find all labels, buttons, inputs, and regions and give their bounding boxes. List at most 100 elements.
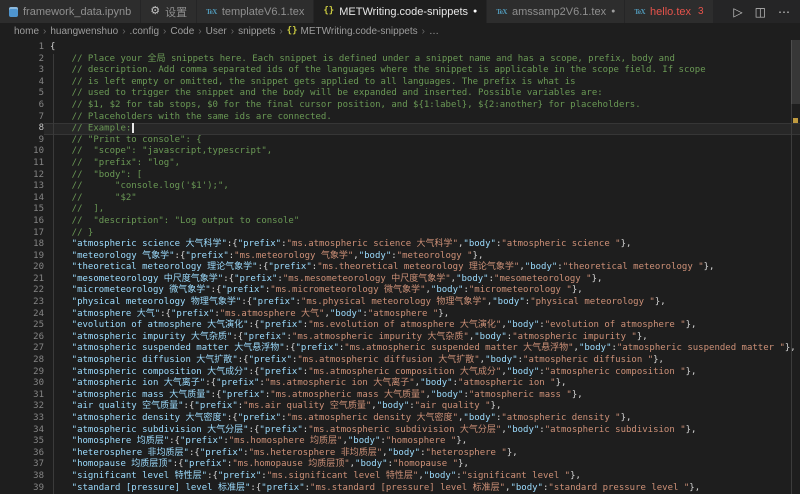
code-line[interactable]: 20 "theoretical meteorology 理论气象学":{"pre…	[0, 262, 800, 274]
code-line[interactable]: 34 "atmospheric subdivision 大气分层":{"pref…	[0, 425, 800, 437]
dirty-indicator-icon[interactable]: ●	[611, 8, 615, 15]
code-line[interactable]: 9 // "Print to console": {	[0, 135, 800, 147]
dirty-indicator-icon[interactable]: ●	[473, 8, 477, 15]
tex-icon: TeX	[496, 8, 507, 16]
code-line[interactable]: 33 "atmospheric density 大气密度":{"prefix":…	[0, 413, 800, 425]
tex-icon: TeX	[634, 8, 645, 16]
line-content: // "body": [	[44, 170, 800, 182]
code-lines: 1{2 // Place your 全局 snippets here. Each…	[0, 42, 800, 494]
line-content: "atmosphere 大气":{"prefix":"ms.atmosphere…	[44, 309, 800, 321]
breadcrumb-item[interactable]: home	[14, 26, 39, 37]
code-line[interactable]: 7 // Placeholders with the same ids are …	[0, 112, 800, 124]
line-number: 3	[0, 65, 44, 77]
code-line[interactable]: 21 "mesometeorology 中尺度气象学":{"prefix":"m…	[0, 274, 800, 286]
code-line[interactable]: 16 // "description": "Log output to cons…	[0, 216, 800, 228]
breadcrumb-separator: ›	[163, 26, 166, 37]
code-line[interactable]: 28 "atmospheric diffusion 大气扩散":{"prefix…	[0, 355, 800, 367]
scrollbar-thumb[interactable]	[791, 40, 800, 104]
tab-label: templateV6.1.tex	[222, 6, 305, 18]
line-number: 17	[0, 228, 44, 240]
tab-label: METWriting.code-snippets	[339, 6, 468, 18]
breadcrumb-symbol-picker[interactable]: …	[429, 26, 439, 37]
code-line[interactable]: 15 // ],	[0, 204, 800, 216]
code-line[interactable]: 24 "atmosphere 大气":{"prefix":"ms.atmosph…	[0, 309, 800, 321]
code-line[interactable]: 26 "atmospheric impurity 大气杂质":{"prefix"…	[0, 332, 800, 344]
line-content: "atmospheric composition 大气成分":{"prefix"…	[44, 367, 800, 379]
code-line[interactable]: 35 "homosphere 均质层":{"prefix":"ms.homosp…	[0, 436, 800, 448]
code-line[interactable]: 23 "physical meteorology 物理气象学":{"prefix…	[0, 297, 800, 309]
code-line[interactable]: 5 // used to trigger the snippet and the…	[0, 88, 800, 100]
tab-framework_data.ipynb[interactable]: framework_data.ipynb	[0, 0, 141, 23]
code-line[interactable]: 11 // "prefix": "log",	[0, 158, 800, 170]
code-line[interactable]: 10 // "scope": "javascript,typescript",	[0, 146, 800, 158]
notebook-icon	[9, 7, 18, 17]
breadcrumb-item[interactable]: Code	[170, 26, 194, 37]
breadcrumb-item[interactable]: snippets	[238, 26, 275, 37]
line-content: "theoretical meteorology 理论气象学":{"prefix…	[44, 262, 800, 274]
line-content: {	[44, 42, 800, 54]
tab-label: amssamp2V6.1.tex	[512, 6, 606, 18]
code-line[interactable]: 37 "homopause 均质层顶":{"prefix":"ms.homopa…	[0, 459, 800, 471]
overview-ruler-cursor-mark	[793, 118, 798, 123]
code-editor[interactable]: 1{2 // Place your 全局 snippets here. Each…	[0, 40, 800, 494]
line-content: "heterosphere 非均质层":{"prefix":"ms.hetero…	[44, 448, 800, 460]
line-number: 4	[0, 77, 44, 89]
code-line[interactable]: 17 // }	[0, 228, 800, 240]
run-button[interactable]: ▷	[733, 6, 742, 18]
code-line[interactable]: 18 "atmospheric science 大气科学":{"prefix":…	[0, 239, 800, 251]
line-number: 9	[0, 135, 44, 147]
line-content: "atmospheric diffusion 大气扩散":{"prefix":"…	[44, 355, 800, 367]
tab-label: hello.tex	[650, 6, 691, 18]
tab-设置[interactable]: ⚙设置	[141, 0, 197, 23]
tab-bar: framework_data.ipynb⚙设置TeXtemplateV6.1.t…	[0, 0, 800, 23]
code-line[interactable]: 6 // $1, $2 for tab stops, $0 for the fi…	[0, 100, 800, 112]
line-content: "significant level 特性层":{"prefix":"ms.si…	[44, 471, 800, 483]
line-content: "atmospheric science 大气科学":{"prefix":"ms…	[44, 239, 800, 251]
code-line[interactable]: 14 // "$2"	[0, 193, 800, 205]
code-line[interactable]: 4 // is left empty or omitted, the snipp…	[0, 77, 800, 89]
json-icon: {}	[323, 7, 334, 16]
code-line[interactable]: 1{	[0, 42, 800, 54]
code-line[interactable]: 38 "significant level 特性层":{"prefix":"ms…	[0, 471, 800, 483]
code-line[interactable]: 2 // Place your 全局 snippets here. Each s…	[0, 54, 800, 66]
line-number: 13	[0, 181, 44, 193]
code-line[interactable]: 27 "atmospheric suspended matter 大气悬浮物":…	[0, 343, 800, 355]
code-line[interactable]: 3 // description. Add comma separated id…	[0, 65, 800, 77]
code-line[interactable]: 19 "meteorology 气象学":{"prefix":"ms.meteo…	[0, 251, 800, 263]
line-number: 12	[0, 170, 44, 182]
line-content: "atmospheric density 大气密度":{"prefix":"ms…	[44, 413, 800, 425]
code-line[interactable]: 12 // "body": [	[0, 170, 800, 182]
line-number: 27	[0, 343, 44, 355]
line-number: 33	[0, 413, 44, 425]
line-content: "physical meteorology 物理气象学":{"prefix":"…	[44, 297, 800, 309]
line-number: 18	[0, 239, 44, 251]
tab-METWriting.code-snippets[interactable]: {} METWriting.code-snippets ●	[314, 0, 487, 23]
code-line[interactable]: 39 "standard [pressure] level 标准层":{"pre…	[0, 483, 800, 494]
breadcrumb-separator: ›	[422, 26, 425, 37]
tab-error-count: 3	[698, 6, 704, 17]
tab-amssamp2V6.1.tex[interactable]: TeX amssamp2V6.1.tex ●	[487, 0, 625, 23]
code-line[interactable]: 32 "air quality 空气质量":{"prefix":"ms.air …	[0, 401, 800, 413]
more-actions-button[interactable]: ⋯	[778, 6, 790, 18]
code-line[interactable]: 36 "heterosphere 非均质层":{"prefix":"ms.het…	[0, 448, 800, 460]
gear-icon: ⚙	[150, 6, 160, 17]
line-content: // "console.log('$1');",	[44, 181, 800, 193]
code-line[interactable]: 30 "atmospheric ion 大气离子":{"prefix":"ms.…	[0, 378, 800, 390]
tab-hello.tex[interactable]: TeX hello.tex 3	[625, 0, 713, 23]
breadcrumb-separator: ›	[43, 26, 46, 37]
code-line[interactable]: 8 // Example:	[0, 123, 800, 135]
code-line[interactable]: 25 "evolution of atmosphere 大气演化":{"pref…	[0, 320, 800, 332]
overview-ruler	[791, 40, 800, 494]
code-line[interactable]: 13 // "console.log('$1');",	[0, 181, 800, 193]
breadcrumb-item[interactable]: .config	[130, 26, 159, 37]
code-line[interactable]: 29 "atmospheric composition 大气成分":{"pref…	[0, 367, 800, 379]
code-line[interactable]: 22 "micrometeorology 微气象学":{"prefix":"ms…	[0, 285, 800, 297]
breadcrumb-file[interactable]: {}METWriting.code-snippets	[287, 26, 418, 37]
tab-templateV6.1.tex[interactable]: TeXtemplateV6.1.tex	[197, 0, 314, 23]
code-line[interactable]: 31 "atmospheric mass 大气质量":{"prefix":"ms…	[0, 390, 800, 402]
line-content: // $1, $2 for tab stops, $0 for the fina…	[44, 100, 800, 112]
split-editor-button[interactable]: ◫	[755, 6, 766, 18]
breadcrumb-item[interactable]: User	[206, 26, 227, 37]
breadcrumb-item[interactable]: huangwenshuo	[50, 26, 118, 37]
line-number: 8	[0, 123, 44, 135]
